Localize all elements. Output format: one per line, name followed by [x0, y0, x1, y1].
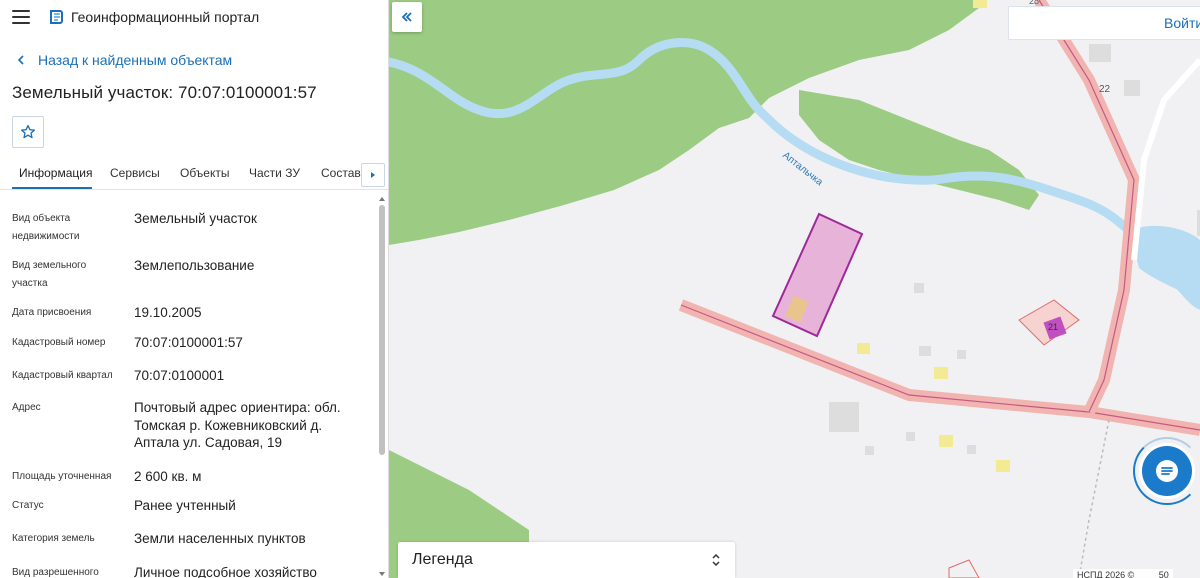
double-chevron-left-icon	[401, 12, 412, 22]
property-value: 2 600 кв. м	[134, 469, 202, 484]
property-value: 70:07:0100001	[134, 368, 225, 383]
tab-objects[interactable]: Объекты	[180, 166, 230, 180]
building	[857, 343, 870, 354]
building	[996, 460, 1010, 472]
portal-logo-icon	[50, 10, 63, 24]
scale-label: 50	[1158, 570, 1169, 578]
building	[1124, 80, 1140, 96]
building	[973, 0, 987, 8]
property-value: 19.10.2005	[134, 305, 202, 320]
scroll-down-arrow[interactable]	[379, 572, 385, 576]
legend-label: Легенда	[412, 551, 473, 568]
house-number-label: 21	[1048, 322, 1059, 332]
tab-parts[interactable]: Части ЗУ	[249, 166, 300, 180]
house-number-label: 22	[1099, 84, 1111, 95]
tab-composition[interactable]: Состав	[321, 166, 361, 180]
scrollbar-thumb[interactable]	[379, 205, 385, 455]
building	[829, 402, 859, 432]
property-value: Ранее учтенный	[134, 498, 236, 513]
building	[939, 435, 953, 447]
map-canvas	[389, 0, 1200, 578]
selected-parcel	[771, 212, 864, 338]
chat-button[interactable]	[1142, 446, 1192, 496]
property-value: Землепользование	[134, 258, 255, 273]
active-tab-indicator	[12, 187, 92, 189]
map-attribution: НСПД 2026 © 50	[1073, 569, 1173, 578]
property-label: Кадастровый квартал	[12, 370, 113, 381]
building	[914, 283, 924, 293]
property-label: Вид разрешенного	[12, 567, 99, 578]
property-label: Категория земель	[12, 533, 95, 544]
tabs-scroll-right-button[interactable]	[361, 163, 385, 187]
attribution-text: НСПД 2026 ©	[1077, 570, 1135, 578]
building	[934, 367, 948, 379]
building	[1089, 44, 1111, 62]
legend-dropdown[interactable]: Легенда	[398, 542, 735, 578]
property-label: Вид объекта недвижимости	[12, 213, 80, 242]
property-label: Вид земельного участка	[12, 260, 87, 289]
forest-area	[799, 90, 1039, 210]
expand-collapse-icon	[712, 553, 720, 567]
building	[957, 350, 966, 359]
property-label: Площадь уточненная	[12, 471, 112, 482]
scroll-up-arrow[interactable]	[379, 197, 385, 201]
property-value: 70:07:0100001:57	[134, 335, 243, 350]
building	[906, 432, 915, 441]
login-button[interactable]: Войти	[1008, 6, 1200, 40]
map-view[interactable]: 28 22 21 Аптальчка Войти Легенда НСПД 20…	[389, 0, 1200, 578]
favorite-button[interactable]	[12, 116, 44, 148]
tab-bar: Информация Сервисы Объекты Части ЗУ Сост…	[0, 158, 388, 190]
chevron-left-icon	[17, 55, 24, 65]
app-title: Геоинформационный портал	[71, 9, 260, 25]
building	[865, 446, 874, 455]
info-panel: Геоинформационный портал Назад к найденн…	[0, 0, 389, 578]
object-title: Земельный участок: 70:07:0100001:57	[12, 83, 317, 102]
menu-icon[interactable]	[12, 10, 30, 24]
property-label: Адрес	[12, 402, 41, 413]
lake	[1129, 225, 1200, 300]
back-to-results-link[interactable]: Назад к найденным объектам	[14, 52, 232, 68]
back-link-label: Назад к найденным объектам	[38, 52, 233, 68]
chat-icon	[1156, 460, 1178, 482]
collapse-panel-button[interactable]	[392, 2, 422, 32]
property-value: Личное подсобное хозяйство	[134, 565, 317, 578]
building	[919, 346, 931, 356]
tab-services[interactable]: Сервисы	[110, 166, 160, 180]
top-bar: Геоинформационный портал	[0, 0, 388, 34]
property-label: Статус	[12, 500, 44, 511]
tab-info[interactable]: Информация	[19, 166, 92, 180]
property-value: Земельный участок	[134, 211, 257, 226]
parcel-outline	[948, 559, 980, 578]
property-value: Земли населенных пунктов	[134, 531, 306, 546]
property-label: Кадастровый номер	[12, 337, 106, 348]
footpath	[1078, 419, 1110, 578]
property-label: Дата присвоения	[12, 307, 92, 318]
building	[967, 445, 976, 454]
star-icon	[20, 124, 36, 139]
property-value: Почтовый адрес ориентира: обл. Томская р…	[134, 400, 341, 450]
caret-right-icon	[371, 172, 375, 178]
